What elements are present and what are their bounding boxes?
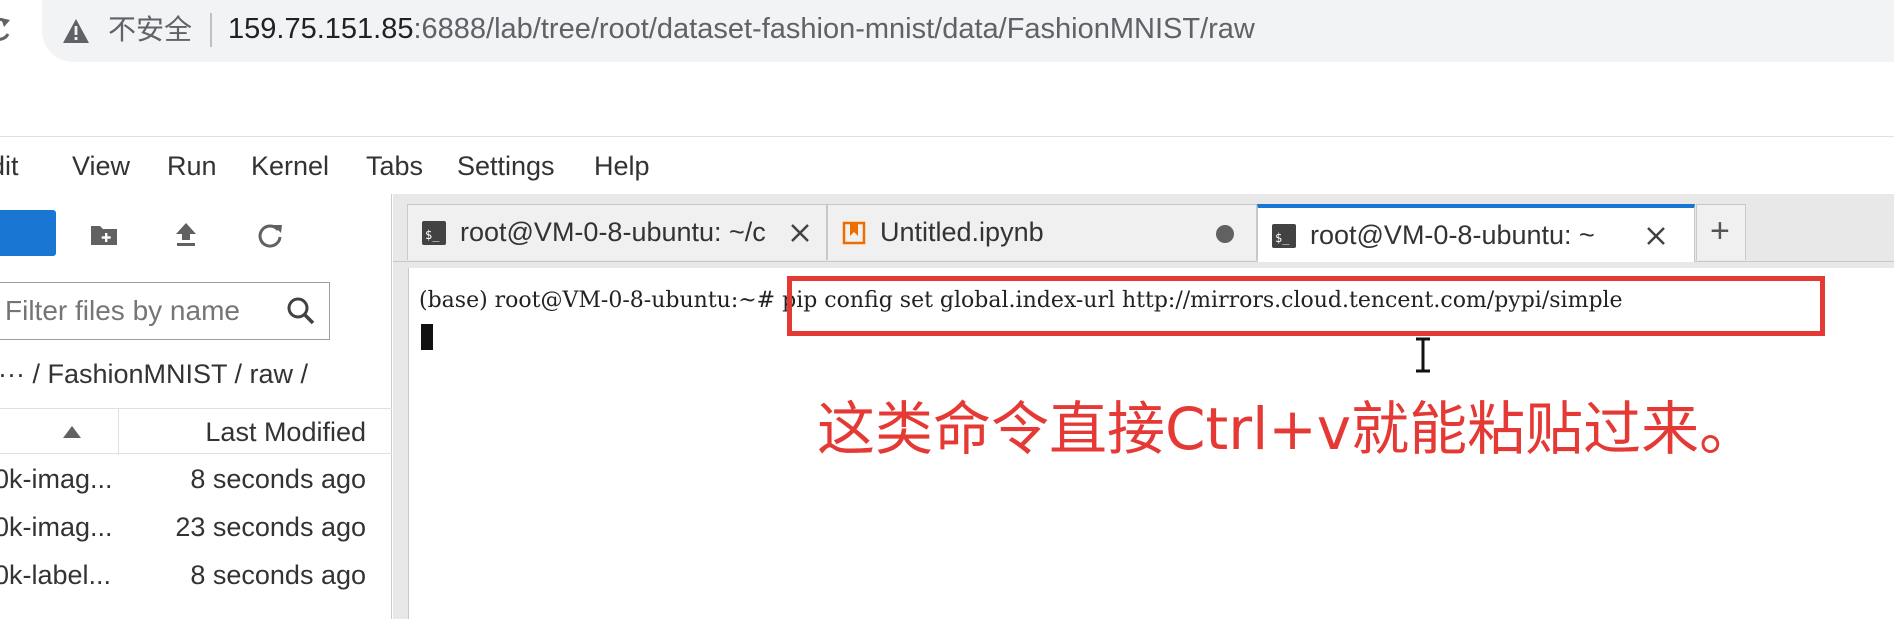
close-icon[interactable] (1644, 224, 1668, 248)
tab-terminal-2[interactable]: $_ root@VM-0-8-ubuntu: ~ (1257, 204, 1695, 262)
close-icon[interactable] (788, 221, 812, 245)
jupyter-menubar: Edit View Run Kernel Tabs Settings Help (0, 136, 1894, 194)
add-tab-button[interactable]: + (1696, 204, 1746, 260)
column-header-last-modified[interactable]: Last Modified (205, 415, 366, 449)
main-work-area: $_ root@VM-0-8-ubuntu: ~/c Untitled.ipyn… (393, 194, 1894, 619)
menu-settings[interactable]: Settings (457, 149, 555, 183)
file-name: 0k-imag... (0, 512, 113, 542)
menu-kernel[interactable]: Kernel (251, 149, 329, 183)
omnibox-divider (210, 13, 212, 47)
menu-view[interactable]: View (72, 149, 130, 183)
file-browser-panel: ··· / FashionMNIST / raw / Last Modified… (0, 194, 392, 619)
reload-icon[interactable] (0, 12, 12, 46)
annotation-text: 这类命令直接Ctrl+v就能粘贴过来。 (817, 395, 1758, 463)
terminal-panel[interactable]: (base) root@VM-0-8-ubuntu:~# pip config … (408, 268, 1894, 619)
url-host: 159.75.151.85 (228, 13, 414, 45)
file-modified: 23 seconds ago (175, 512, 366, 542)
breadcrumb[interactable]: ··· / FashionMNIST / raw / (0, 356, 308, 392)
new-folder-icon[interactable] (88, 218, 120, 250)
browser-address-bar: 不安全 159.75.151.85:6888/lab/tree/root/dat… (0, 0, 1894, 73)
menu-tabs[interactable]: Tabs (366, 149, 423, 183)
search-icon[interactable] (285, 295, 317, 327)
menu-edit[interactable]: Edit (0, 149, 19, 183)
file-modified: 8 seconds ago (190, 560, 366, 590)
column-divider[interactable] (118, 409, 119, 455)
terminal-icon: $_ (1272, 224, 1296, 248)
document-tab-bar: $_ root@VM-0-8-ubuntu: ~/c Untitled.ipyn… (393, 194, 1894, 268)
terminal-icon: $_ (422, 221, 446, 245)
menu-help[interactable]: Help (594, 149, 650, 183)
svg-text:$_: $_ (1275, 231, 1290, 245)
add-tab-label: + (1710, 212, 1730, 250)
tab-label: Untitled.ipynb (880, 217, 1044, 247)
terminal-prompt: (base) root@VM-0-8-ubuntu:~# (419, 288, 783, 313)
url-text[interactable]: 159.75.151.85:6888/lab/tree/root/dataset… (228, 10, 1255, 48)
file-list-header: Last Modified (0, 408, 392, 455)
refresh-icon[interactable] (254, 218, 286, 250)
file-name: 0k-imag... (0, 464, 113, 494)
upload-icon[interactable] (170, 218, 202, 250)
new-launcher-button[interactable] (0, 210, 56, 256)
terminal-cursor (421, 324, 433, 350)
tab-notebook[interactable]: Untitled.ipynb (827, 204, 1257, 260)
file-row[interactable]: 0k-imag... 23 seconds ago (0, 504, 392, 552)
file-row[interactable]: 0k-imag... 8 seconds ago (0, 456, 392, 504)
security-status-label[interactable]: 不安全 (108, 12, 192, 48)
url-path: :6888/lab/tree/root/dataset-fashion-mnis… (413, 13, 1255, 45)
file-filter-input[interactable] (5, 293, 275, 329)
warning-triangle-icon[interactable] (62, 18, 90, 44)
command-highlight-box (787, 276, 1825, 336)
unsaved-dot-icon[interactable] (1216, 225, 1234, 243)
sort-ascending-icon[interactable] (62, 425, 82, 439)
file-filter-box (0, 282, 330, 340)
file-row[interactable]: 0k-label... 8 seconds ago (0, 552, 392, 600)
tab-label: root@VM-0-8-ubuntu: ~/c (460, 217, 766, 247)
menu-run[interactable]: Run (167, 149, 217, 183)
notebook-icon (842, 221, 866, 245)
tab-terminal-1[interactable]: $_ root@VM-0-8-ubuntu: ~/c (407, 204, 827, 260)
file-modified: 8 seconds ago (190, 464, 366, 494)
file-name: 0k-label... (0, 560, 112, 590)
text-cursor-icon (1416, 337, 1430, 373)
svg-text:$_: $_ (425, 228, 440, 242)
tab-label: root@VM-0-8-ubuntu: ~ (1310, 220, 1595, 250)
